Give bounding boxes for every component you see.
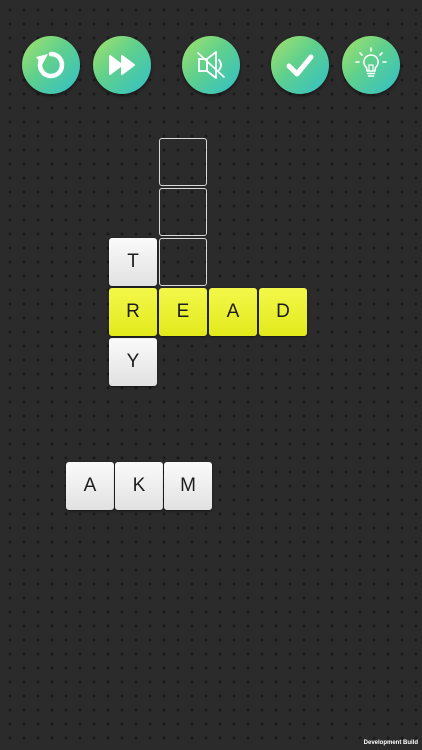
rack-tile[interactable]: A: [66, 462, 114, 510]
board-tile-highlighted: D: [259, 288, 307, 336]
board-tile-highlighted: R: [109, 288, 157, 336]
empty-slot[interactable]: [159, 138, 207, 186]
board-tile-highlighted: E: [159, 288, 207, 336]
board-tile: Y: [109, 338, 157, 386]
empty-slot[interactable]: [159, 238, 207, 286]
board-tile: T: [109, 238, 157, 286]
rack-tile[interactable]: M: [164, 462, 212, 510]
rack-tile[interactable]: K: [115, 462, 163, 510]
board-tile-highlighted: A: [209, 288, 257, 336]
empty-slot[interactable]: [159, 188, 207, 236]
puzzle-board: T Y R E A D: [0, 0, 422, 750]
development-build-label: Development Build: [363, 740, 418, 746]
